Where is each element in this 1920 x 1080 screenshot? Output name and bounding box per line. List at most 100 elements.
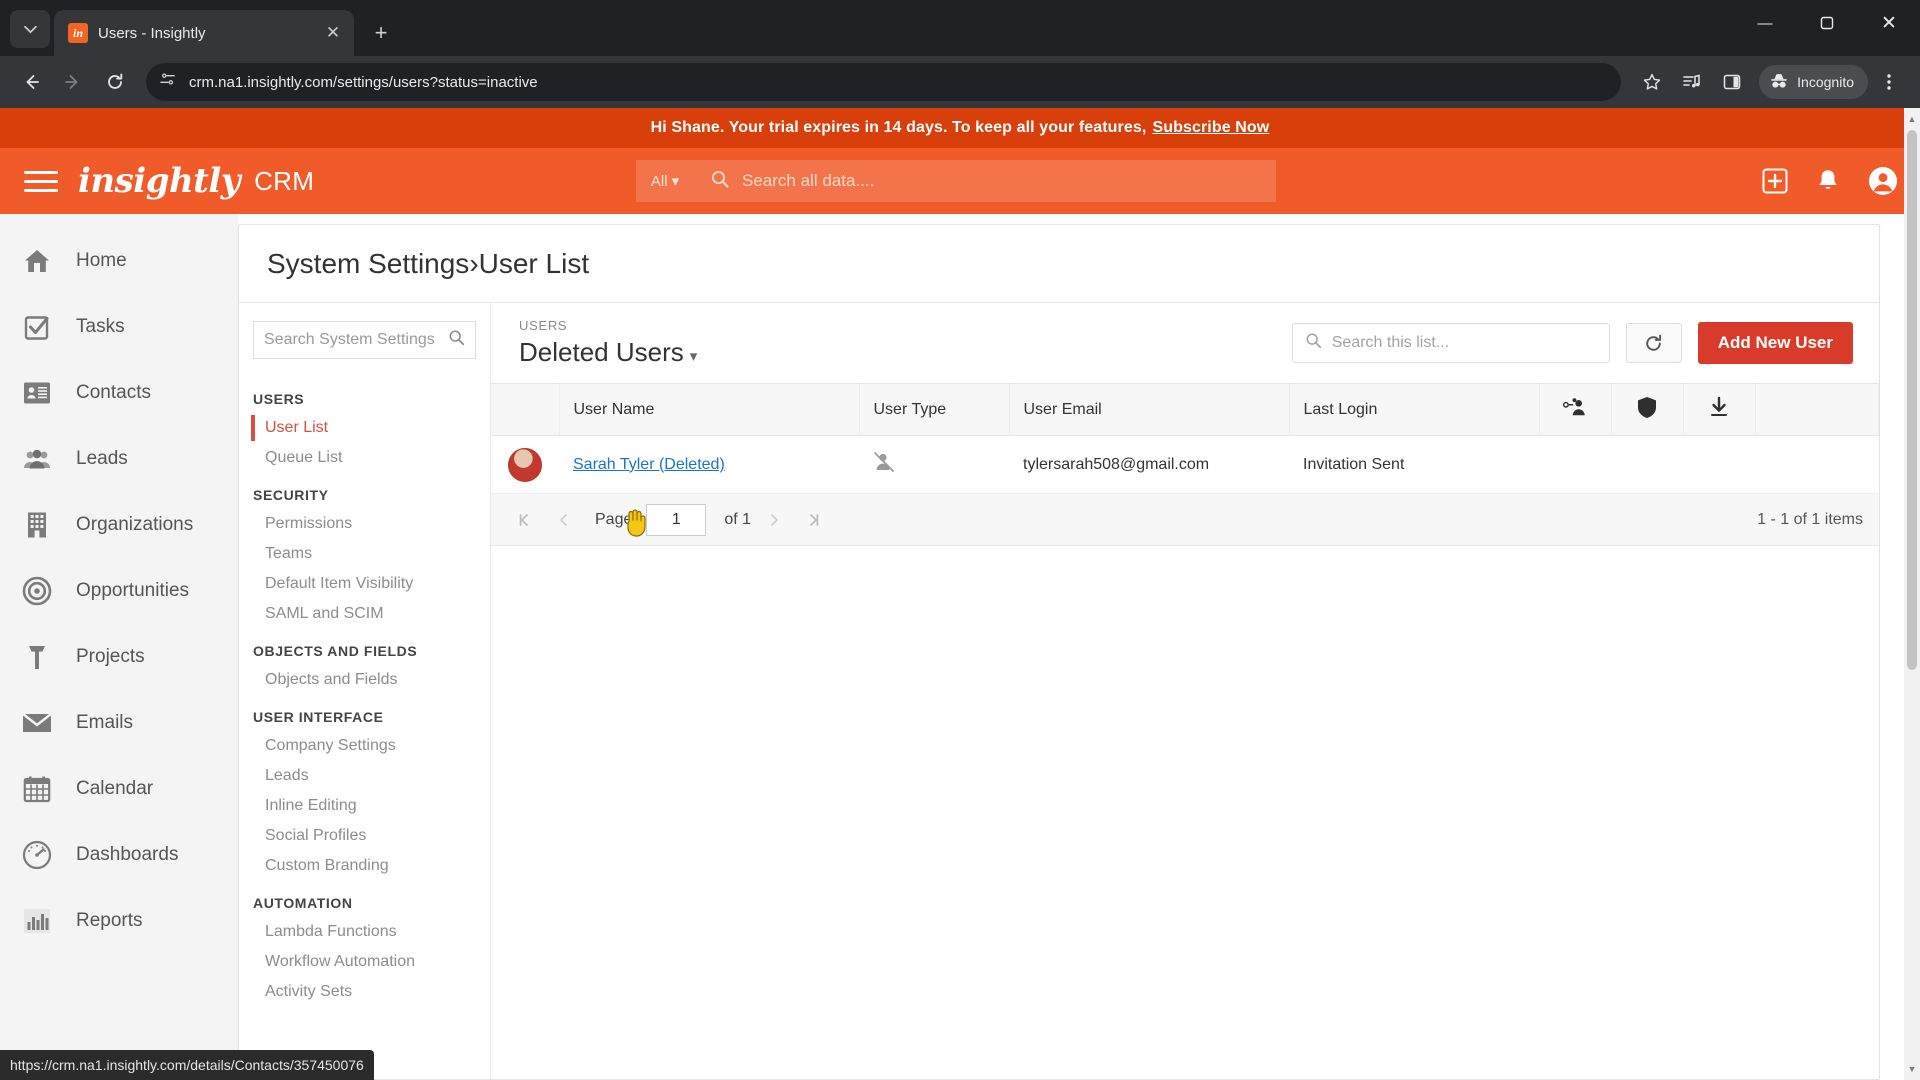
three-dot-menu-icon[interactable]: [1870, 63, 1908, 101]
incognito-label: Incognito: [1797, 74, 1854, 90]
next-page-icon[interactable]: [757, 503, 791, 537]
settings-sidebar: Search System Settings USERS User List Q…: [239, 303, 491, 1079]
list-search-placeholder: Search this list...: [1331, 334, 1450, 351]
settings-item-inline-editing[interactable]: Inline Editing: [239, 791, 490, 821]
close-window-button[interactable]: ✕: [1858, 0, 1920, 46]
search-icon: [710, 169, 730, 194]
star-icon[interactable]: [1633, 63, 1671, 101]
bar-chart-icon: [20, 904, 54, 938]
status-bar-url: https://crm.na1.insightly.com/details/Co…: [0, 1050, 374, 1080]
media-control-icon[interactable]: [1673, 63, 1711, 101]
list-search-input[interactable]: Search this list...: [1291, 323, 1610, 363]
cell-user-type: [859, 435, 1009, 494]
chevron-down-icon: ▾: [671, 173, 680, 190]
settings-item-teams[interactable]: Teams: [239, 539, 490, 569]
breadcrumb-root[interactable]: System Settings: [267, 248, 469, 280]
add-plus-icon[interactable]: [1762, 168, 1788, 194]
cell-action-2: [1611, 435, 1683, 494]
settings-item-permissions[interactable]: Permissions: [239, 509, 490, 539]
sidebar-item-opportunities[interactable]: Opportunities: [0, 558, 238, 624]
page-scrollbar[interactable]: ▲ ▼: [1904, 108, 1920, 1080]
user-table: User Name User Type User Email Last Logi…: [491, 383, 1879, 494]
browser-tab[interactable]: in Users - Insightly ✕: [54, 10, 354, 56]
settings-item-company-settings[interactable]: Company Settings: [239, 731, 490, 761]
sidebar-item-leads[interactable]: Leads: [0, 426, 238, 492]
settings-item-custom-branding[interactable]: Custom Branding: [239, 851, 490, 881]
trial-banner: Hi Shane. Your trial expires in 14 days.…: [0, 108, 1920, 148]
window-controls: — ✕: [1734, 0, 1920, 46]
settings-item-lambda-functions[interactable]: Lambda Functions: [239, 917, 490, 947]
app-body: Home Tasks Contacts Leads Organizations …: [0, 214, 1920, 1080]
tab-strip: in Users - Insightly ✕ + — ✕: [0, 0, 1920, 56]
global-search[interactable]: All ▾ Search all data....: [636, 160, 1276, 202]
settings-item-workflow-automation[interactable]: Workflow Automation: [239, 947, 490, 977]
sidebar-item-label: Dashboards: [76, 844, 179, 865]
sidebar-item-home[interactable]: Home: [0, 228, 238, 294]
calendar-icon: [20, 772, 54, 806]
tab-search-icon[interactable]: [10, 10, 50, 48]
prev-page-icon[interactable]: [547, 503, 581, 537]
shield-icon[interactable]: [1611, 383, 1684, 436]
last-page-icon[interactable]: [797, 503, 831, 537]
hammer-icon: [20, 640, 54, 674]
scroll-down-icon[interactable]: ▼: [1904, 1060, 1920, 1078]
new-tab-button[interactable]: +: [364, 16, 398, 50]
sidebar-item-tasks[interactable]: Tasks: [0, 294, 238, 360]
settings-item-user-list[interactable]: User List: [239, 413, 490, 443]
settings-item-default-item-visibility[interactable]: Default Item Visibility: [239, 569, 490, 599]
page-title: User List: [478, 247, 590, 279]
settings-item-queue-list[interactable]: Queue List: [239, 443, 490, 473]
settings-item-activity-sets[interactable]: Activity Sets: [239, 977, 490, 1007]
add-new-user-button[interactable]: Add New User: [1697, 322, 1853, 364]
module-sidebar: Home Tasks Contacts Leads Organizations …: [0, 214, 238, 1080]
column-header-user-name[interactable]: User Name: [559, 383, 860, 436]
user-avatar-icon[interactable]: [1868, 166, 1898, 196]
search-scope-dropdown[interactable]: All ▾: [636, 160, 694, 202]
hamburger-icon[interactable]: [24, 164, 58, 198]
sidebar-item-dashboards[interactable]: Dashboards: [0, 822, 238, 888]
settings-item-leads[interactable]: Leads: [239, 761, 490, 791]
settings-search-input[interactable]: Search System Settings: [253, 321, 476, 359]
maximize-button[interactable]: [1796, 0, 1858, 46]
table-row[interactable]: Sarah Tyler (Deleted) tylersarah508@gmai…: [491, 435, 1879, 494]
scrollbar-thumb[interactable]: [1907, 130, 1917, 670]
download-icon[interactable]: [1683, 383, 1756, 436]
bell-icon[interactable]: [1816, 168, 1840, 194]
refresh-button[interactable]: [1625, 323, 1682, 363]
trial-message: Hi Shane. Your trial expires in 14 days.…: [650, 119, 1147, 136]
list-view-selector[interactable]: Deleted Users ▾: [519, 337, 1276, 368]
address-bar[interactable]: crm.na1.insightly.com/settings/users?sta…: [146, 63, 1622, 101]
sidebar-item-organizations[interactable]: Organizations: [0, 492, 238, 558]
manage-users-icon[interactable]: [1539, 383, 1612, 436]
column-header-user-email[interactable]: User Email: [1009, 383, 1290, 436]
settings-group-title: AUTOMATION: [253, 895, 353, 911]
sidebar-item-label: Organizations: [76, 514, 194, 535]
incognito-indicator[interactable]: Incognito: [1759, 65, 1868, 99]
subscribe-now-link[interactable]: Subscribe Now: [1152, 119, 1269, 137]
page-info-icon[interactable]: [160, 71, 177, 93]
sidebar-item-emails[interactable]: Emails: [0, 690, 238, 756]
settings-item-objects-and-fields[interactable]: Objects and Fields: [239, 665, 490, 695]
scroll-up-icon[interactable]: ▲: [1904, 110, 1920, 128]
column-header-last-login[interactable]: Last Login: [1289, 383, 1540, 436]
user-name-link[interactable]: Sarah Tyler (Deleted): [573, 456, 725, 473]
settings-item-social-profiles[interactable]: Social Profiles: [239, 821, 490, 851]
search-input[interactable]: Search all data....: [694, 160, 1276, 202]
close-tab-icon[interactable]: ✕: [322, 22, 344, 44]
sidebar-item-reports[interactable]: Reports: [0, 888, 238, 954]
back-icon[interactable]: [12, 63, 50, 101]
column-header-user-type[interactable]: User Type: [859, 383, 1010, 436]
reload-icon[interactable]: [96, 63, 134, 101]
sidebar-item-calendar[interactable]: Calendar: [0, 756, 238, 822]
envelope-icon: [20, 706, 54, 740]
first-page-icon[interactable]: [507, 503, 541, 537]
side-panel-icon[interactable]: [1713, 63, 1751, 101]
sidebar-item-projects[interactable]: Projects: [0, 624, 238, 690]
minimize-button[interactable]: —: [1734, 0, 1796, 46]
insightly-favicon-icon: in: [68, 23, 88, 43]
sidebar-item-contacts[interactable]: Contacts: [0, 360, 238, 426]
sidebar-item-label: Reports: [76, 910, 143, 931]
cell-user-name[interactable]: Sarah Tyler (Deleted): [559, 435, 859, 494]
page-number-input[interactable]: 1: [646, 503, 707, 536]
settings-item-saml-and-scim[interactable]: SAML and SCIM: [239, 599, 490, 629]
